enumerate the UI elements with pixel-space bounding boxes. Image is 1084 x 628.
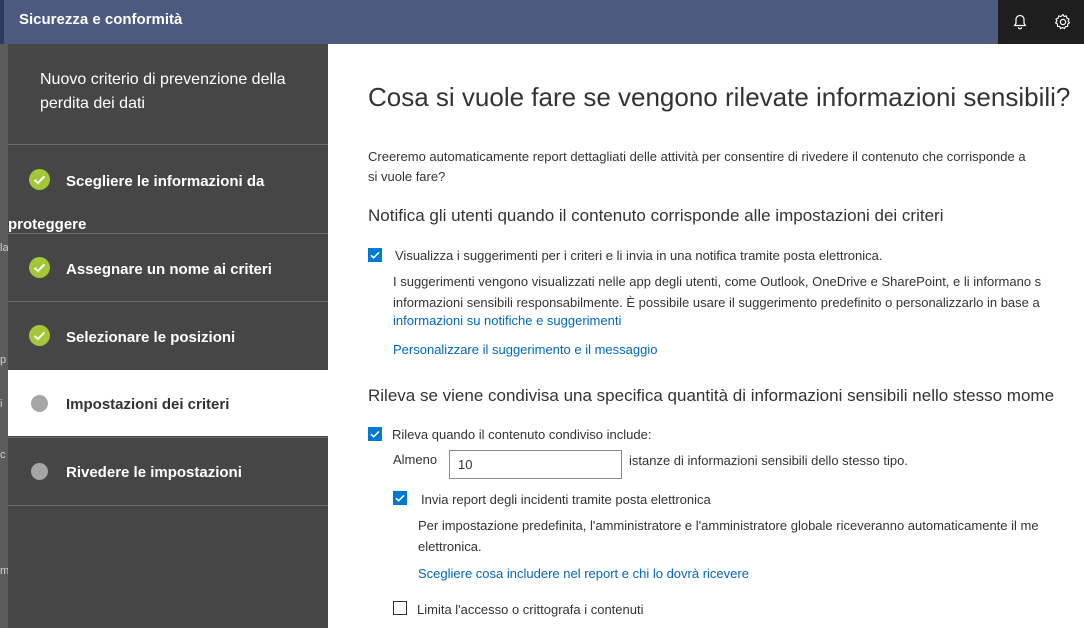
send-incident-report-checkbox[interactable] xyxy=(393,491,407,505)
wizard-panel: Nuovo criterio di prevenzione della perd… xyxy=(8,44,328,628)
wizard-title: Nuovo criterio di prevenzione della perd… xyxy=(40,71,286,112)
wizard-step-label-continued: proteggere xyxy=(8,216,87,233)
send-incident-report-label: Invia report degli incidenti tramite pos… xyxy=(421,492,711,507)
restrict-access-checkbox[interactable] xyxy=(393,601,407,615)
wizard-step-choose-info[interactable]: Scegliere le informazioni da proteggere xyxy=(8,145,328,233)
top-bar-actions xyxy=(998,0,1084,44)
check-circle-icon xyxy=(29,257,50,278)
check-circle-icon xyxy=(29,325,50,346)
background-fragment: c xyxy=(0,449,6,461)
wizard-step-name-policy[interactable]: Assegnare un nome ai criteri xyxy=(8,234,328,301)
notify-section-heading: Notifica gli utenti quando il contenuto … xyxy=(368,206,944,225)
wizard-step-label: Selezionare le posizioni xyxy=(66,329,236,346)
background-fragment: p xyxy=(0,354,7,366)
wizard-step-label: Rivedere le impostazioni xyxy=(66,464,242,481)
detect-content-label: Rileva quando il contenuto condiviso inc… xyxy=(392,427,652,442)
almeno-label: Almeno xyxy=(393,452,438,467)
gear-icon xyxy=(1054,13,1070,30)
notify-description: I suggerimenti vengono visualizzati nell… xyxy=(393,271,1084,313)
bell-icon xyxy=(1013,14,1026,30)
notify-description-line: I suggerimenti vengono visualizzati nell… xyxy=(393,274,1042,289)
report-options-link[interactable]: Scegliere cosa includere nel report e ch… xyxy=(418,566,749,581)
report-description-line: elettronica. xyxy=(418,539,482,554)
wizard-step-review[interactable]: Rivedere le impostazioni xyxy=(8,438,328,505)
step-pending-dot-icon xyxy=(31,463,48,480)
step-pending-dot-icon xyxy=(31,395,48,412)
wizard-step-label: Scegliere le informazioni da xyxy=(66,173,265,190)
show-tips-label: Visualizza i suggerimenti per i criteri … xyxy=(395,248,883,263)
customize-tip-link[interactable]: Personalizzare il suggerimento e il mess… xyxy=(393,342,657,357)
top-bar-edge xyxy=(0,0,4,44)
notifications-button[interactable] xyxy=(998,0,1041,44)
wizard-step-label: Assegnare un nome ai criteri xyxy=(66,261,272,278)
wizard-step-policy-settings[interactable]: Impostazioni dei criteri xyxy=(8,370,328,436)
intro-line: Creeremo automaticamente report dettagli… xyxy=(368,149,1026,164)
page-title: Cosa si vuole fare se vengono rilevate i… xyxy=(368,82,1071,112)
settings-button[interactable] xyxy=(1041,0,1084,44)
divider xyxy=(8,505,328,506)
main-content: Cosa si vuole fare se vengono rilevate i… xyxy=(328,44,1084,628)
app-title[interactable]: Sicurezza e conformità xyxy=(19,11,182,28)
instance-count-input[interactable] xyxy=(449,450,622,479)
instance-count-suffix: istanze di informazioni sensibili dello … xyxy=(629,453,908,468)
detect-section-heading: Rileva se viene condivisa una specifica … xyxy=(368,386,1055,405)
intro-line: si vuole fare? xyxy=(368,169,446,184)
restrict-access-label: Limita l'accesso o crittografa i contenu… xyxy=(417,602,644,617)
background-fragment: i xyxy=(0,398,3,410)
notifications-info-link[interactable]: informazioni su notifiche e suggerimenti xyxy=(393,313,621,328)
detect-content-checkbox[interactable] xyxy=(368,427,382,441)
show-tips-checkbox[interactable] xyxy=(368,248,382,262)
wizard-step-locations[interactable]: Selezionare le posizioni xyxy=(8,302,328,369)
report-description: Per impostazione predefinita, l'amminist… xyxy=(418,515,1084,557)
wizard-step-label: Impostazioni dei criteri xyxy=(66,396,230,413)
intro-text: Creeremo automaticamente report dettagli… xyxy=(368,147,1084,187)
notify-description-line: informazioni sensibili responsabilmente.… xyxy=(393,295,1040,310)
background-page-strip: la p i c m xyxy=(0,44,9,628)
top-bar: Sicurezza e conformità xyxy=(0,0,1084,44)
check-circle-icon xyxy=(29,169,50,190)
report-description-line: Per impostazione predefinita, l'amminist… xyxy=(418,518,1039,533)
